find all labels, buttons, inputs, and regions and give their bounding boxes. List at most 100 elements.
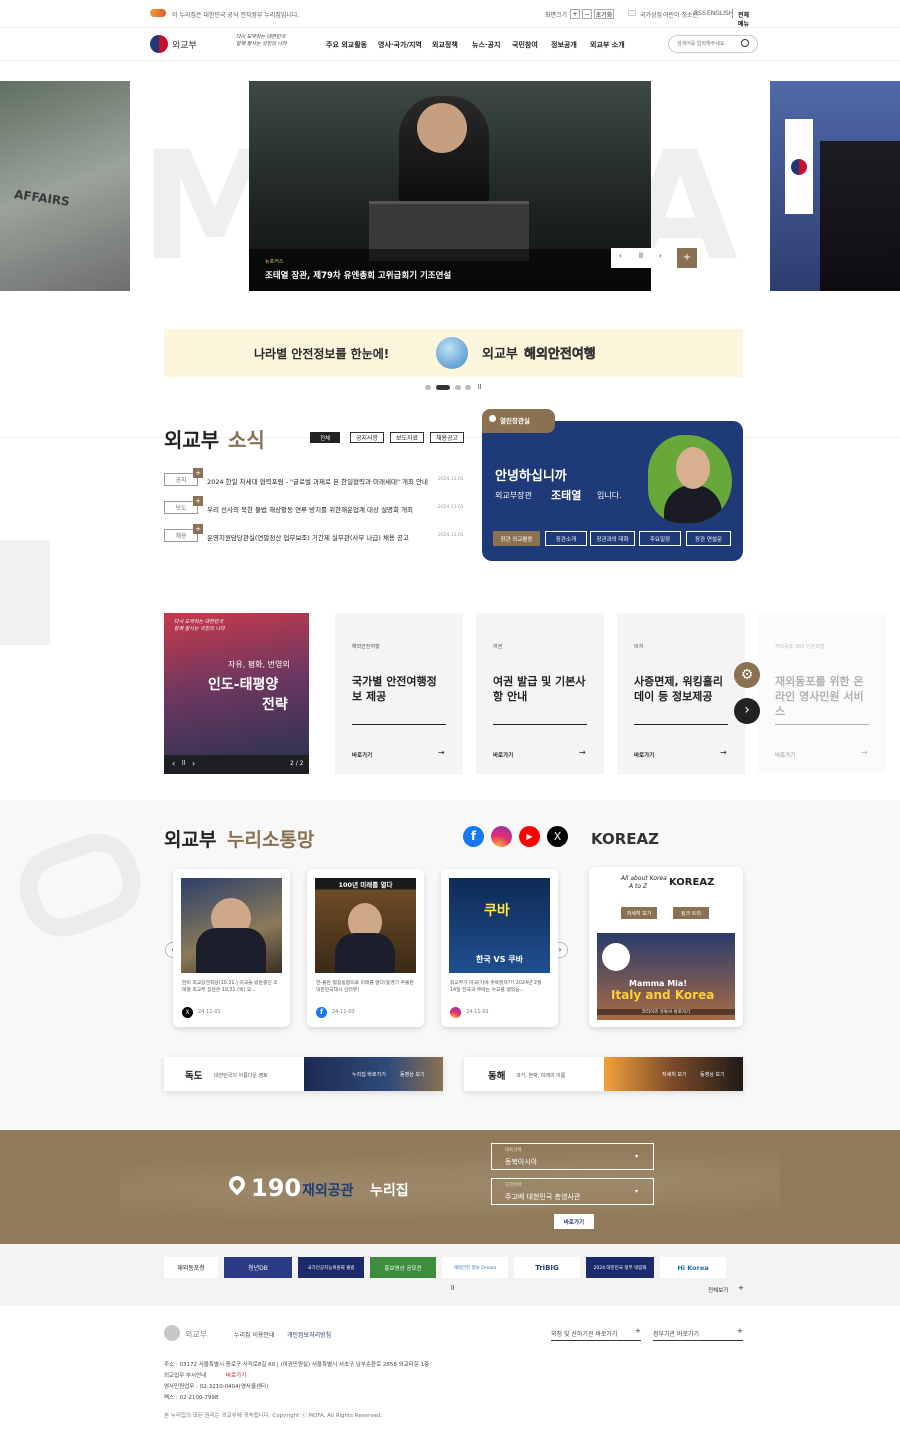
hero-title[interactable]: 조태열 장관, 제79차 유엔총회 고위급회기 기조연설 bbox=[265, 269, 451, 281]
news-item-title[interactable]: 우리 선사의 북한 불법 해상활동 연루 방지를 위한해운업계 대상 설명회 개… bbox=[207, 504, 431, 514]
hero-pause-icon[interactable]: ll bbox=[639, 252, 643, 260]
plus-icon[interactable]: + bbox=[738, 1284, 744, 1292]
donghae-detail-link[interactable]: 자세히 보기 bbox=[662, 1071, 687, 1078]
zoom-reset-button[interactable]: 초기화 bbox=[594, 9, 614, 19]
gnb-item-disclosure[interactable]: 정보공개 bbox=[551, 40, 577, 50]
search-icon[interactable] bbox=[741, 39, 749, 47]
hero-main-slide[interactable]: 뉴포커스 조태열 장관, 제79차 유엔총회 고위급회기 기조연설 bbox=[249, 81, 651, 291]
region-select[interactable]: 대륙선택 동북아시아 ▾ bbox=[491, 1143, 654, 1170]
koreaz-card[interactable]: All about Korea A to Z KOREAZ 자세히 보기 링크 … bbox=[589, 867, 743, 1027]
service-card-passport[interactable]: 여권 여권 발급 및 기본사항 안내 바로가기 → bbox=[476, 613, 604, 774]
footer-affiliates-select[interactable]: 외청 및 산하기관 바로가기 bbox=[551, 1329, 617, 1338]
card-link[interactable]: 바로가기 bbox=[634, 751, 654, 759]
minister-btn-dialogue[interactable]: 장관과의 대화 bbox=[590, 531, 635, 546]
related-site[interactable]: 2024 대한민국 정부 박람회 bbox=[586, 1257, 654, 1278]
arrow-right-icon[interactable]: → bbox=[720, 748, 727, 757]
indo-pacific-promo[interactable]: 다시 도약하는 대한민국 함께 잘사는 국민의 나라 자유, 평화, 번영의 인… bbox=[164, 613, 309, 774]
banner-dot[interactable] bbox=[425, 385, 431, 390]
arrow-right-icon[interactable]: → bbox=[579, 748, 586, 757]
news-item[interactable]: 채용 + 운영지원담당관실(연말정산 업무보조) 기간제 실무관(사무 나급) … bbox=[164, 524, 474, 544]
arrow-right-icon[interactable]: → bbox=[861, 748, 868, 757]
news-item-title[interactable]: 운영지원담당관실(연말정산 업무보조) 기간제 실무관(사무 나급) 채용 공고 bbox=[207, 532, 431, 542]
gnb-item-diplomacy[interactable]: 주요 외교활동 bbox=[326, 40, 367, 50]
link-national-symbol[interactable]: 국가상징 bbox=[640, 10, 662, 19]
safety-banner[interactable]: 나라별 안전정보를 한눈에! 외교부 해외안전여행 bbox=[164, 329, 743, 377]
office-select[interactable]: 공관선택 주고베 대한민국 총영사관 ▾ bbox=[491, 1178, 654, 1205]
news-item-title[interactable]: 2024 한일 차세대 협력포럼 - "글로벌 과제로 본 한일협력과 미래세대… bbox=[207, 476, 431, 486]
dokdo-video-link[interactable]: 동영상 보기 bbox=[400, 1071, 425, 1078]
koreaz-detail-button[interactable]: 자세히 보기 bbox=[621, 907, 657, 919]
service-card-overseas[interactable]: 재외동포 365 민원포털 재외동포를 위한 온라인 영사민원 서비스 바로가기… bbox=[758, 613, 886, 774]
koreaz-linktree-button[interactable]: 링크 트리 bbox=[673, 907, 709, 919]
link-english[interactable]: ENGLISH bbox=[707, 10, 733, 17]
missions-go-button[interactable]: 바로가기 bbox=[554, 1214, 594, 1229]
promo-prev-icon[interactable]: ‹ bbox=[172, 759, 175, 768]
related-site[interactable]: 국가인공지능위원회 출범 bbox=[298, 1257, 364, 1278]
minister-btn-schedule[interactable]: 주요일정 bbox=[639, 531, 681, 546]
cards-next-icon[interactable]: › bbox=[734, 698, 760, 724]
hero-more-button[interactable]: + bbox=[677, 248, 697, 268]
arrow-right-icon[interactable]: → bbox=[438, 748, 445, 757]
related-site[interactable]: Hi Korea bbox=[660, 1257, 726, 1278]
banner-dot-active[interactable] bbox=[436, 385, 450, 390]
minister-btn-activities[interactable]: 장관 외교활동 bbox=[493, 531, 540, 546]
youtube-icon[interactable]: ▶ bbox=[519, 826, 540, 847]
gear-icon[interactable]: ⚙ bbox=[734, 662, 760, 688]
gnb-item-news[interactable]: 뉴스·공지 bbox=[472, 40, 500, 50]
minister-btn-profile[interactable]: 장관소개 bbox=[545, 531, 587, 546]
news-item[interactable]: 공지 + 2024 한일 차세대 협력포럼 - "글로벌 과제로 본 한일협력과… bbox=[164, 468, 474, 488]
gnb-item-about[interactable]: 외교부 소개 bbox=[590, 40, 625, 50]
related-site[interactable]: TriBIG bbox=[514, 1257, 580, 1278]
sns-post[interactable]: 100년 미래를 열다 한-폴란 협정동향으로 미래를 열다(동영기 주폴란대한… bbox=[307, 869, 424, 1027]
link-rss[interactable]: RSS bbox=[694, 10, 706, 17]
card-link[interactable]: 바로가기 bbox=[352, 751, 372, 759]
sns-post[interactable]: 쿠바 한국 VS 쿠바 외교부가 마국(?)에 주목할까?!! 2024년 2월… bbox=[441, 869, 558, 1027]
banner-dot[interactable] bbox=[465, 385, 471, 390]
zoom-in-button[interactable]: + bbox=[570, 9, 580, 19]
zoom-out-button[interactable]: − bbox=[582, 9, 592, 19]
service-card-visa[interactable]: 비자 사증면제, 워킹홀리데이 등 정보제공 바로가기 → bbox=[617, 613, 745, 774]
promo-next-icon[interactable]: › bbox=[192, 759, 195, 768]
gnb-item-consular[interactable]: 영사·국가/지역 bbox=[378, 40, 422, 50]
related-site[interactable]: 청년DB bbox=[224, 1257, 292, 1278]
sns-post[interactable]: 한미 외교장관회담(10.31.) 미국을 방문중인 조태열 외교부 장관은 1… bbox=[173, 869, 290, 1027]
hero-next-icon[interactable]: › bbox=[659, 252, 662, 260]
x-twitter-icon[interactable]: X bbox=[547, 826, 568, 847]
gnb-item-participation[interactable]: 국민참여 bbox=[512, 40, 538, 50]
related-site[interactable]: 홍보영상 공모전 bbox=[370, 1257, 436, 1278]
gnb-item-policy[interactable]: 외교정책 bbox=[432, 40, 458, 50]
card-link[interactable]: 바로가기 bbox=[493, 751, 513, 759]
promo-pause-icon[interactable]: ll bbox=[182, 760, 185, 767]
search-box[interactable] bbox=[668, 35, 758, 53]
footer-privacy-link[interactable]: 개인정보처리방침 bbox=[287, 1330, 331, 1339]
related-pause-icon[interactable]: ll bbox=[451, 1285, 454, 1292]
banner-dot[interactable] bbox=[455, 385, 461, 390]
hero-prev-icon[interactable]: ‹ bbox=[619, 252, 622, 260]
news-tab-all[interactable]: 전체 bbox=[310, 432, 340, 443]
footer-gov-select[interactable]: 정부기관 바로가기 bbox=[653, 1329, 699, 1338]
link-kids[interactable]: 어린이·청소년 bbox=[663, 10, 698, 19]
instagram-icon[interactable] bbox=[491, 826, 512, 847]
news-tab-recruit[interactable]: 채용공고 bbox=[430, 432, 464, 443]
related-site[interactable]: 해외안전 정보 Dream bbox=[442, 1257, 508, 1278]
dokdo-site-link[interactable]: 누리집 바로가기 bbox=[352, 1071, 386, 1078]
facebook-icon[interactable]: f bbox=[463, 826, 484, 847]
news-tab-press[interactable]: 보도자료 bbox=[390, 432, 424, 443]
all-menu-link[interactable]: 전체 메뉴 bbox=[738, 10, 750, 28]
related-site[interactable]: 재외동포청 bbox=[164, 1257, 218, 1278]
card-link[interactable]: 바로가기 bbox=[775, 751, 795, 759]
related-all-link[interactable]: 전체보기 bbox=[708, 1286, 728, 1294]
site-logo[interactable]: 외교부 bbox=[172, 38, 197, 51]
plus-icon[interactable]: + bbox=[635, 1327, 641, 1335]
donghae-video-link[interactable]: 동영상 보기 bbox=[700, 1071, 725, 1078]
banner-pause-icon[interactable]: ll bbox=[478, 384, 481, 391]
koreaz-video-thumb[interactable]: Mamma Mia! Italy and Korea 코리아즈 유튜브 바로가기 bbox=[597, 933, 735, 1020]
plus-icon[interactable]: + bbox=[737, 1327, 743, 1335]
koreaz-youtube-link[interactable]: 코리아즈 유튜브 바로가기 bbox=[597, 1009, 735, 1015]
news-item[interactable]: 보도 + 우리 선사의 북한 불법 해상활동 연루 방지를 위한해운업계 대상 … bbox=[164, 496, 474, 516]
footer-info-link[interactable]: 바로가기 bbox=[226, 1371, 246, 1379]
news-tab-notice[interactable]: 공지사항 bbox=[350, 432, 384, 443]
footer-guide-link[interactable]: 누리집 이용안내 bbox=[234, 1330, 275, 1339]
service-card-safety[interactable]: 해외안전여행 국가별 안전여행정보 제공 바로가기 → bbox=[335, 613, 463, 774]
search-input[interactable] bbox=[677, 39, 739, 49]
